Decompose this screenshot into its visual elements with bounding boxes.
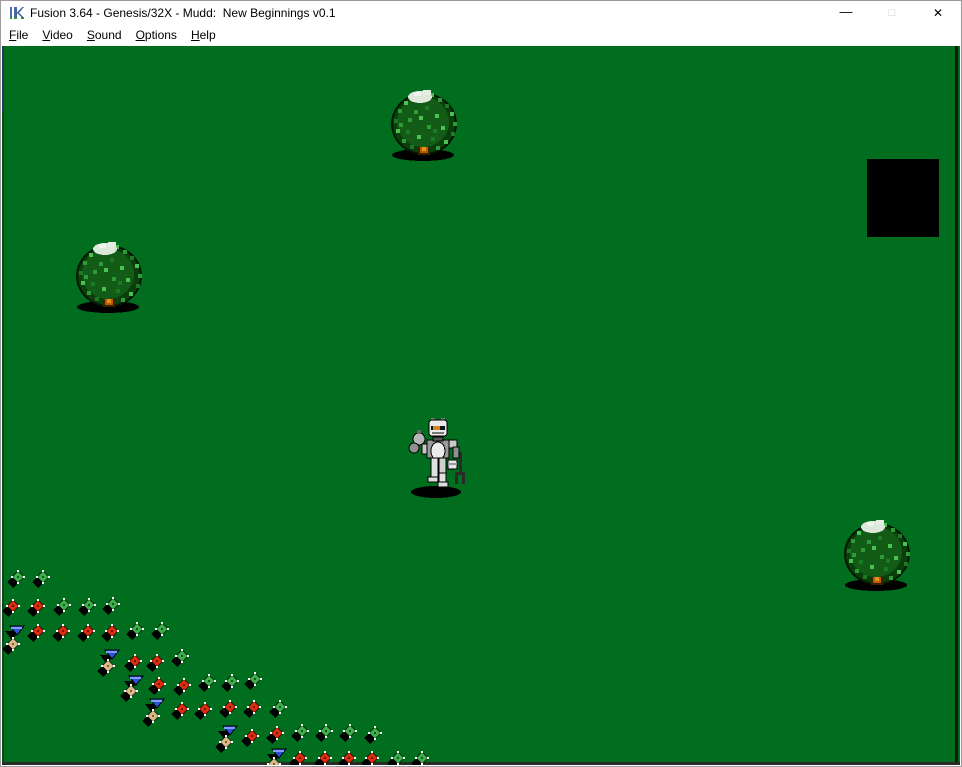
gem-green — [126, 622, 148, 644]
player-knight-sprite — [406, 418, 470, 500]
gem-red — [173, 678, 195, 700]
gem-red — [289, 751, 311, 765]
tree-sprite — [72, 237, 148, 315]
maximize-button[interactable]: □ — [869, 1, 915, 25]
gem-green — [53, 598, 75, 620]
gem-green — [291, 724, 313, 746]
left-edge-shade — [2, 112, 4, 765]
gem-red — [27, 599, 49, 621]
right-edge-shade — [955, 46, 958, 765]
gem-green — [387, 751, 409, 765]
gem-green — [151, 622, 173, 644]
gem-green — [244, 672, 266, 694]
gem-red — [243, 700, 265, 722]
menu-item-video[interactable]: Video — [35, 25, 79, 46]
gem-tan — [263, 757, 285, 765]
close-button[interactable]: ✕ — [915, 1, 961, 25]
gem-green — [339, 724, 361, 746]
gem-green — [7, 570, 29, 592]
bottom-edge-shade — [2, 762, 960, 765]
gem-red — [101, 624, 123, 646]
title-bar[interactable]: Fusion 3.64 - Genesis/32X - Mudd: New Be… — [1, 1, 961, 25]
gem-green — [102, 597, 124, 619]
minimize-button[interactable]: — — [823, 1, 869, 25]
menu-item-options[interactable]: Options — [129, 25, 184, 46]
menu-item-file[interactable]: File — [2, 25, 35, 46]
gem-red — [146, 654, 168, 676]
gem-green — [171, 649, 193, 671]
gem-red — [2, 599, 24, 621]
gem-red — [77, 624, 99, 646]
gem-tan — [2, 637, 24, 659]
gem-red — [219, 700, 241, 722]
gem-tan — [120, 684, 142, 706]
gem-red — [241, 729, 263, 751]
kega-fusion-icon — [9, 5, 25, 21]
tree-sprite — [840, 515, 916, 593]
gem-tan — [142, 709, 164, 731]
gem-red — [171, 702, 193, 724]
gem-red — [52, 624, 74, 646]
game-screen[interactable] — [2, 46, 960, 765]
gem-red — [361, 751, 383, 765]
gem-green — [411, 751, 433, 765]
gem-tan — [97, 659, 119, 681]
emulator-window: Fusion 3.64 - Genesis/32X - Mudd: New Be… — [0, 0, 962, 767]
gem-green — [198, 674, 220, 696]
gem-green — [32, 570, 54, 592]
gem-red — [314, 751, 336, 765]
menu-item-help[interactable]: Help — [184, 25, 223, 46]
gem-green — [221, 674, 243, 696]
gem-red — [194, 702, 216, 724]
gem-green — [269, 700, 291, 722]
gem-green — [364, 726, 386, 748]
gem-green — [315, 724, 337, 746]
gem-green — [78, 598, 100, 620]
window-controls: — □ ✕ — [823, 1, 961, 25]
menu-item-sound[interactable]: Sound — [80, 25, 129, 46]
gem-red — [266, 726, 288, 748]
tree-sprite — [387, 85, 463, 163]
gem-tan — [215, 735, 237, 757]
left-edge-artifact — [2, 46, 4, 112]
menu-bar: FileVideoSoundOptionsHelp — [1, 25, 961, 46]
black-square-tile — [867, 159, 939, 237]
window-title: Fusion 3.64 - Genesis/32X - Mudd: New Be… — [30, 1, 336, 25]
gem-red — [338, 751, 360, 765]
gem-red — [27, 624, 49, 646]
